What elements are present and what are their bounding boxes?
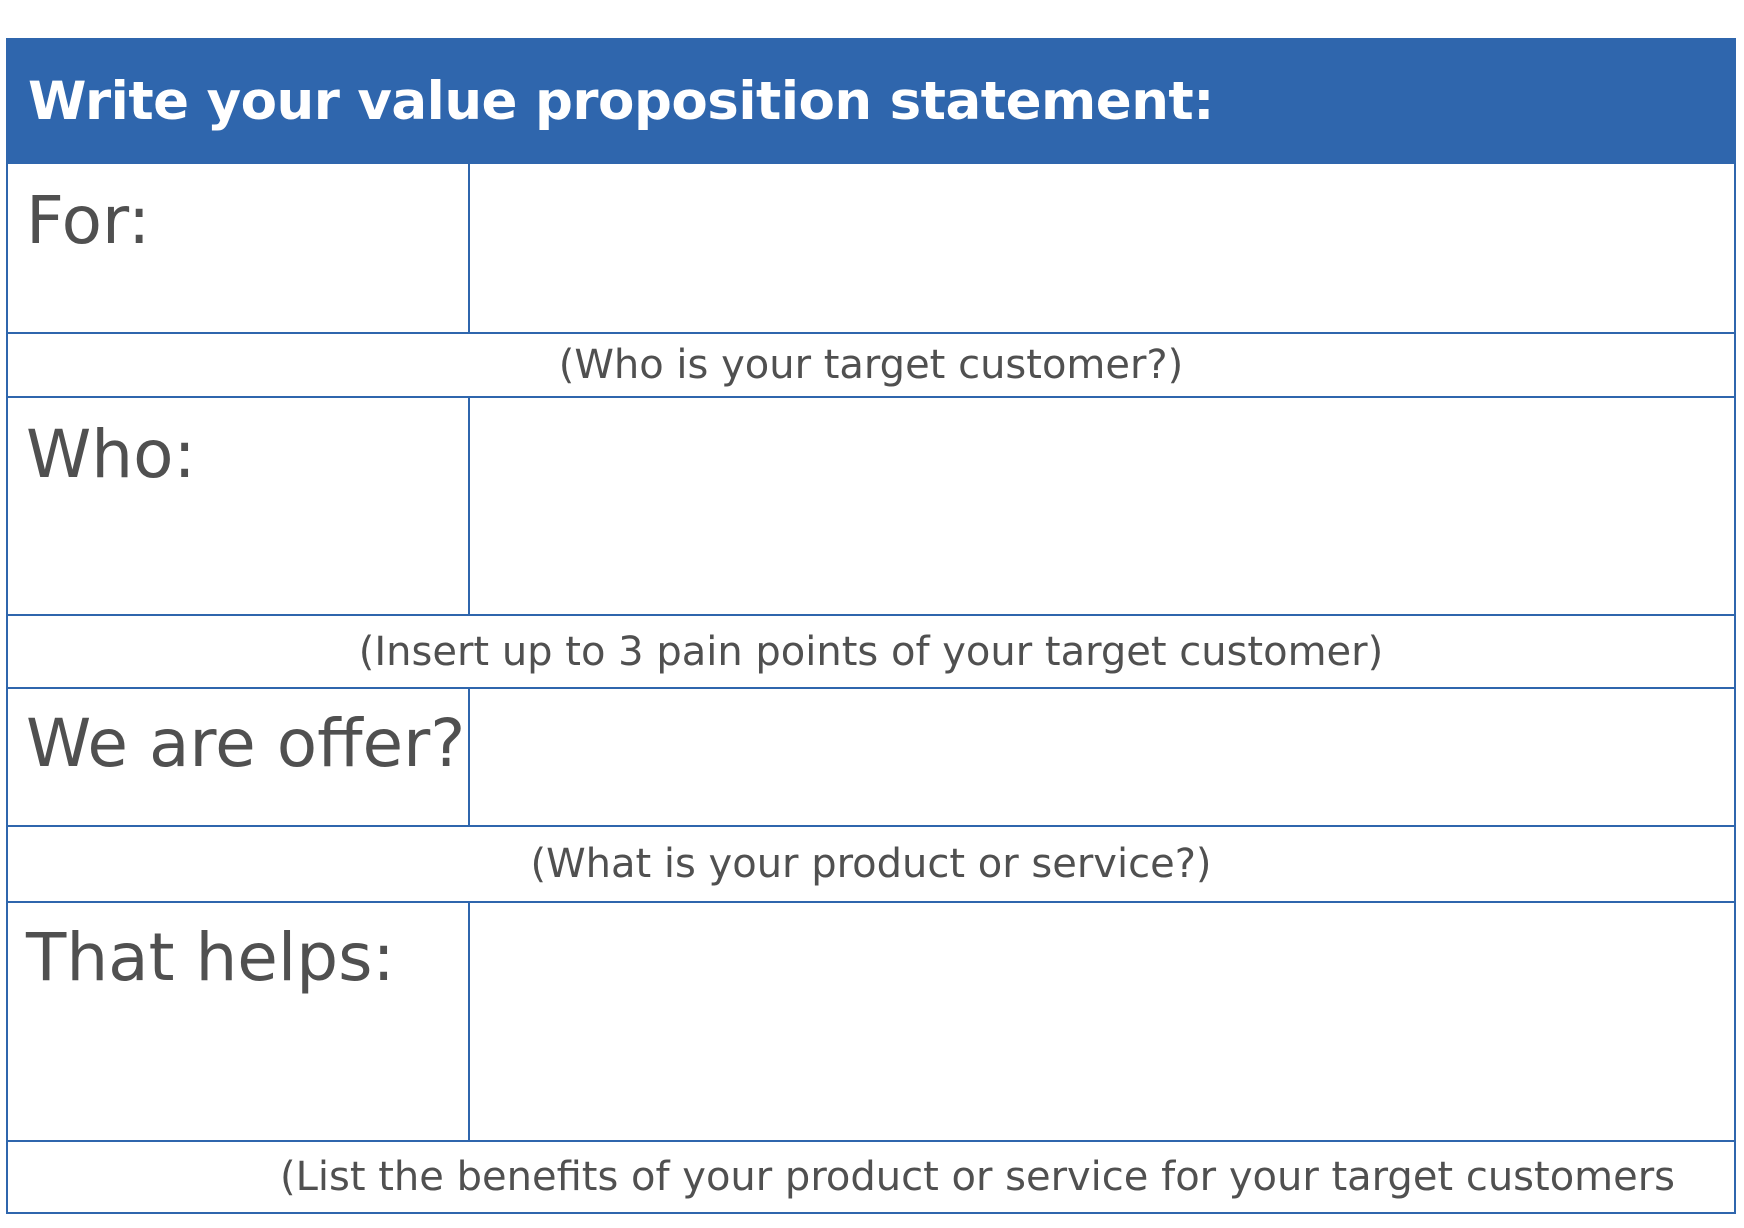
who-hint-text: (Insert up to 3 pain points of your targ… [358,628,1384,675]
value-proposition-worksheet: Write your value proposition statement: … [6,38,1736,1214]
who-input-field[interactable] [470,398,1734,614]
offer-label: We are offer? [8,689,470,825]
helps-hint-text: (List the benefits of your product or se… [280,1154,1676,1200]
offer-hint-text: (What is your product or service?) [530,841,1212,887]
who-label: Who: [8,398,470,614]
for-input-field[interactable] [470,164,1734,332]
worksheet-title: Write your value proposition statement: [28,70,1214,132]
for-label: For: [8,164,470,332]
who-row: Who: [8,396,1734,614]
offer-hint: (What is your product or service?) [8,825,1734,901]
helps-hint: (List the benefits of your product or se… [8,1140,1734,1212]
worksheet-header: Write your value proposition statement: [8,40,1734,162]
helps-label: That helps: [8,903,470,1140]
for-row: For: [8,162,1734,332]
who-hint: (Insert up to 3 pain points of your targ… [8,614,1734,687]
helps-row: That helps: [8,901,1734,1140]
for-hint: (Who is your target customer?) [8,332,1734,396]
offer-row: We are offer? [8,687,1734,825]
offer-input-field[interactable] [470,689,1734,825]
for-hint-text: (Who is your target customer?) [558,342,1184,388]
helps-input-field[interactable] [470,903,1734,1140]
